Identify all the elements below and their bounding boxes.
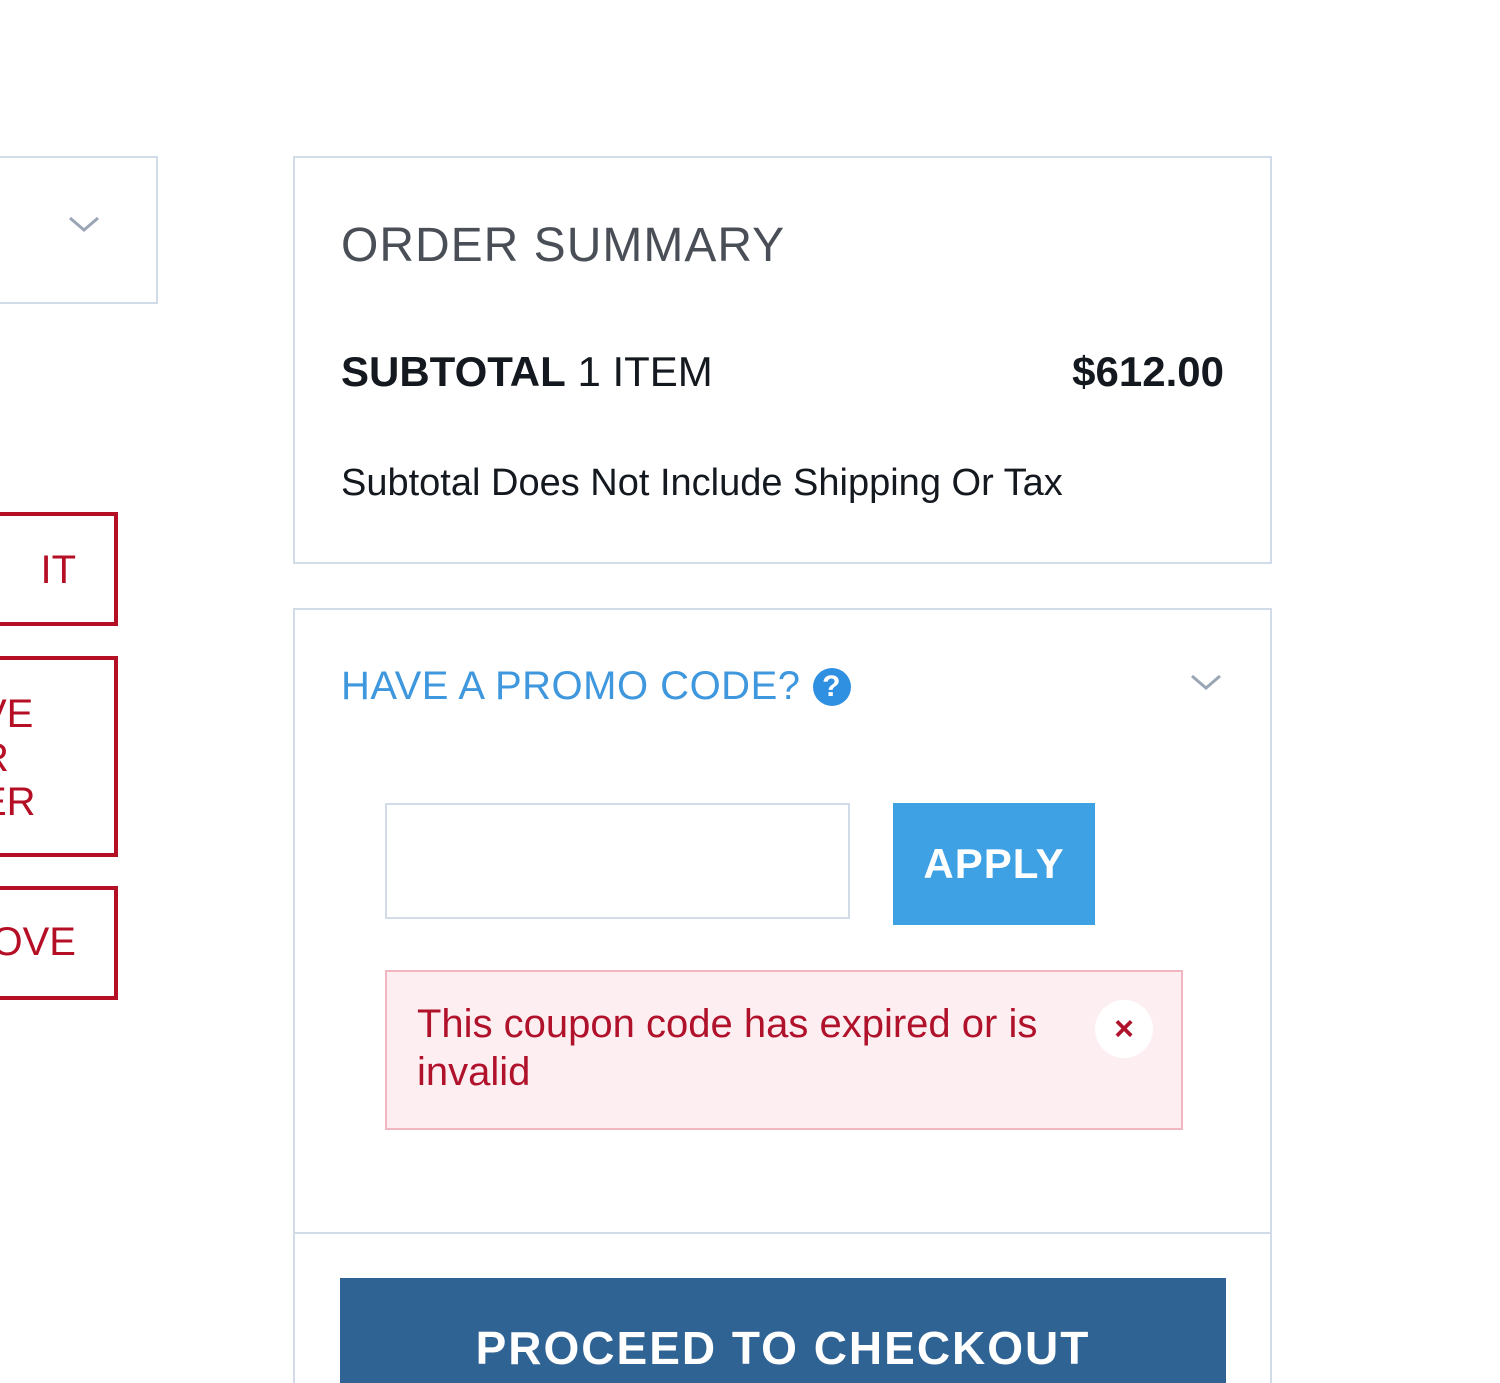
apply-button[interactable]: APPLY — [893, 803, 1095, 925]
subtotal-label: SUBTOTAL — [341, 348, 566, 395]
close-icon[interactable]: × — [1095, 1000, 1153, 1058]
error-alert: This coupon code has expired or is inval… — [385, 970, 1183, 1130]
promo-code-input[interactable] — [385, 803, 850, 919]
proceed-to-checkout-button[interactable]: PROCEED TO CHECKOUT — [340, 1278, 1226, 1383]
promo-header-label: HAVE A PROMO CODE? — [341, 664, 801, 708]
left-action-button-1[interactable]: IT — [0, 512, 118, 626]
subtotal-note: Subtotal Does Not Include Shipping Or Ta… — [341, 462, 1063, 504]
chevron-down-icon — [69, 216, 99, 232]
subtotal-item-count: 1 ITEM — [577, 348, 713, 395]
promo-card: HAVE A PROMO CODE? ? APPLY This coupon c… — [293, 608, 1272, 1383]
promo-toggle[interactable]: HAVE A PROMO CODE? ? — [341, 664, 851, 709]
error-message: This coupon code has expired or is inval… — [417, 1002, 1038, 1094]
left-action-button-3[interactable]: OVE — [0, 886, 118, 1000]
subtotal-row: SUBTOTAL 1 ITEM $612.00 — [341, 348, 1224, 396]
left-action-button-2[interactable]: VE R ER — [0, 656, 118, 857]
left-action-label-3: OVE — [0, 920, 76, 964]
order-summary-card: ORDER SUMMARY SUBTOTAL 1 ITEM $612.00 Su… — [293, 156, 1272, 564]
chevron-down-icon[interactable] — [1188, 670, 1224, 694]
left-action-label-2: VE R ER — [0, 692, 36, 824]
subtotal-amount: $612.00 — [1072, 348, 1224, 395]
cart-page: IT VE R ER OVE ORDER SUMMARY SUBTOTAL 1 … — [0, 0, 1500, 1383]
quantity-select[interactable] — [0, 156, 158, 304]
divider — [295, 1232, 1270, 1234]
help-icon[interactable]: ? — [812, 667, 851, 706]
order-summary-title: ORDER SUMMARY — [341, 219, 786, 272]
left-action-label-1: IT — [40, 548, 76, 592]
